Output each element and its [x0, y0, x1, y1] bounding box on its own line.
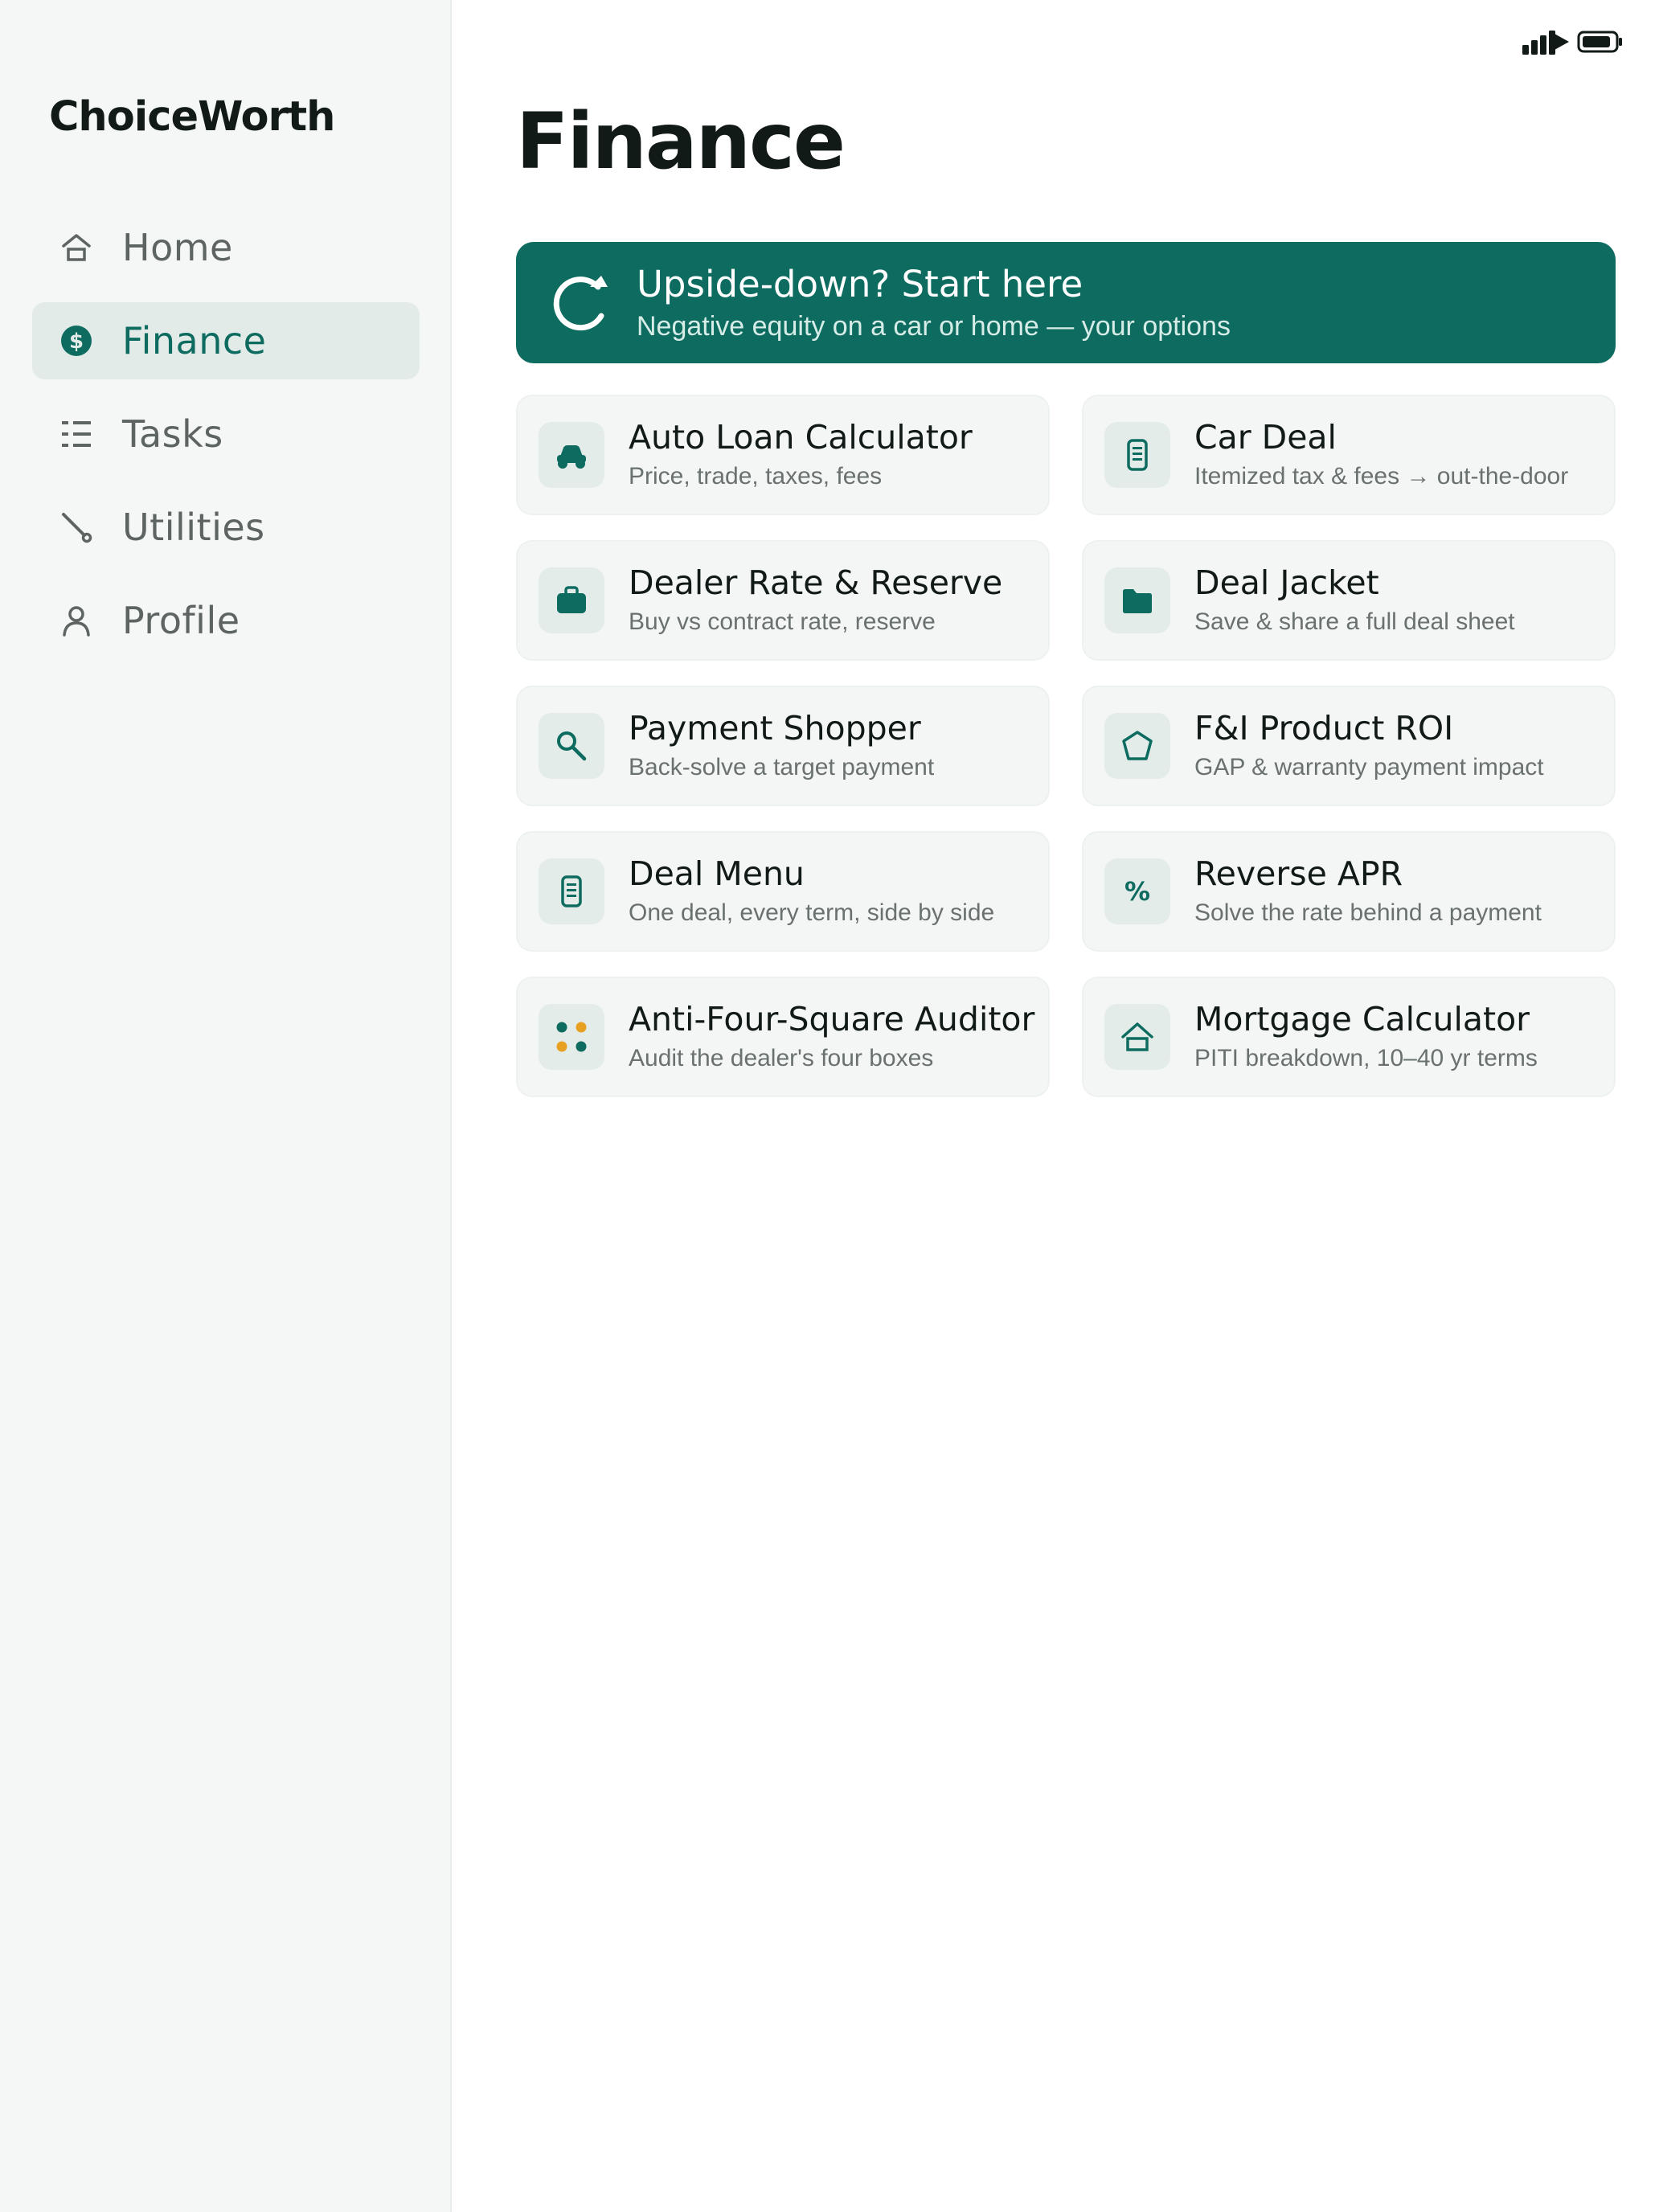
sidebar-item-utilities[interactable]: Utilities	[32, 489, 420, 566]
card-title: Car Deal	[1194, 418, 1337, 457]
status-bar	[1522, 29, 1624, 55]
receipt-icon	[1104, 422, 1170, 488]
card-subtitle: Solve the rate behind a payment	[1194, 899, 1542, 926]
negative-equity-banner[interactable]: Upside-down? Start here Negative equity …	[516, 242, 1616, 363]
svg-text:$: $	[69, 330, 84, 354]
card-subtitle: PITI breakdown, 10–40 yr terms	[1194, 1045, 1538, 1071]
sidebar-nav: Home $ Finance Tasks Utilities Profile	[32, 209, 420, 675]
folder-icon	[1104, 567, 1170, 633]
signal-icon	[1522, 29, 1571, 55]
sidebar-item-label: Home	[122, 226, 233, 269]
svg-text:%: %	[1124, 876, 1150, 907]
home-icon	[58, 229, 95, 266]
sidebar: ChoiceWorth Home $ Finance Tasks Utiliti…	[0, 0, 452, 2212]
card-title: Mortgage Calculator	[1194, 1000, 1530, 1038]
refresh-icon	[545, 266, 619, 340]
search-icon	[539, 713, 604, 779]
dollar-icon: $	[58, 322, 95, 359]
card-reverse-apr[interactable]: % Reverse APR Solve the rate behind a pa…	[1082, 831, 1616, 952]
card-subtitle: Price, trade, taxes, fees	[629, 463, 883, 490]
house-icon	[1104, 1004, 1170, 1070]
card-title: Deal Jacket	[1194, 563, 1379, 602]
shield-icon	[1104, 713, 1170, 779]
car-icon	[539, 422, 604, 488]
card-car-deal[interactable]: Car Deal Itemized tax & fees → out-the-d…	[1082, 395, 1616, 515]
percent-icon: %	[1104, 858, 1170, 924]
banner-subtitle: Negative equity on a car or home — your …	[637, 310, 1231, 342]
card-payment-shopper[interactable]: Payment Shopper Back-solve a target paym…	[516, 686, 1050, 806]
card-anti-four-square-auditor[interactable]: Anti-Four-Square Auditor Audit the deale…	[516, 977, 1050, 1097]
card-subtitle: One deal, every term, side by side	[629, 899, 995, 926]
card-subtitle: Itemized tax & fees → out-the-door	[1194, 463, 1569, 490]
card-auto-loan-calculator[interactable]: Auto Loan Calculator Price, trade, taxes…	[516, 395, 1050, 515]
card-title: Deal Menu	[629, 854, 805, 893]
card-deal-jacket[interactable]: Deal Jacket Save & share a full deal she…	[1082, 540, 1616, 661]
briefcase-icon	[539, 567, 604, 633]
card-deal-menu[interactable]: Deal Menu One deal, every term, side by …	[516, 831, 1050, 952]
card-subtitle: Buy vs contract rate, reserve	[629, 608, 936, 635]
card-title: F&I Product ROI	[1194, 709, 1454, 748]
card-subtitle: GAP & warranty payment impact	[1194, 754, 1544, 780]
card-fi-product-roi[interactable]: F&I Product ROI GAP & warranty payment i…	[1082, 686, 1616, 806]
sidebar-item-label: Finance	[122, 319, 267, 363]
card-title: Dealer Rate & Reserve	[629, 563, 1003, 602]
wrench-icon	[58, 509, 95, 546]
card-dealer-rate-reserve[interactable]: Dealer Rate & Reserve Buy vs contract ra…	[516, 540, 1050, 661]
banner-title: Upside-down? Start here	[637, 262, 1083, 305]
card-title: Auto Loan Calculator	[629, 418, 973, 457]
sidebar-item-label: Tasks	[122, 412, 223, 456]
four-dots-icon	[539, 1004, 604, 1070]
sidebar-item-finance[interactable]: $ Finance	[32, 302, 420, 379]
card-subtitle: Back-solve a target payment	[629, 754, 935, 780]
card-title: Anti-Four-Square Auditor	[629, 1000, 1035, 1038]
card-title: Reverse APR	[1194, 854, 1403, 893]
page-title: Finance	[516, 96, 846, 186]
app-brand: ChoiceWorth	[49, 93, 335, 141]
card-mortgage-calculator[interactable]: Mortgage Calculator PITI breakdown, 10–4…	[1082, 977, 1616, 1097]
tool-grid: Auto Loan Calculator Price, trade, taxes…	[516, 395, 1616, 1097]
battery-icon	[1577, 29, 1624, 55]
card-subtitle: Audit the dealer's four boxes	[629, 1045, 934, 1071]
sidebar-item-profile[interactable]: Profile	[32, 582, 420, 659]
sidebar-item-label: Utilities	[122, 506, 265, 549]
card-subtitle: Save & share a full deal sheet	[1194, 608, 1515, 635]
tasks-icon	[58, 416, 95, 453]
sidebar-item-tasks[interactable]: Tasks	[32, 395, 420, 473]
card-title: Payment Shopper	[629, 709, 921, 748]
person-icon	[58, 602, 95, 639]
sidebar-item-label: Profile	[122, 599, 240, 642]
receipt-icon	[539, 858, 604, 924]
sidebar-item-home[interactable]: Home	[32, 209, 420, 286]
